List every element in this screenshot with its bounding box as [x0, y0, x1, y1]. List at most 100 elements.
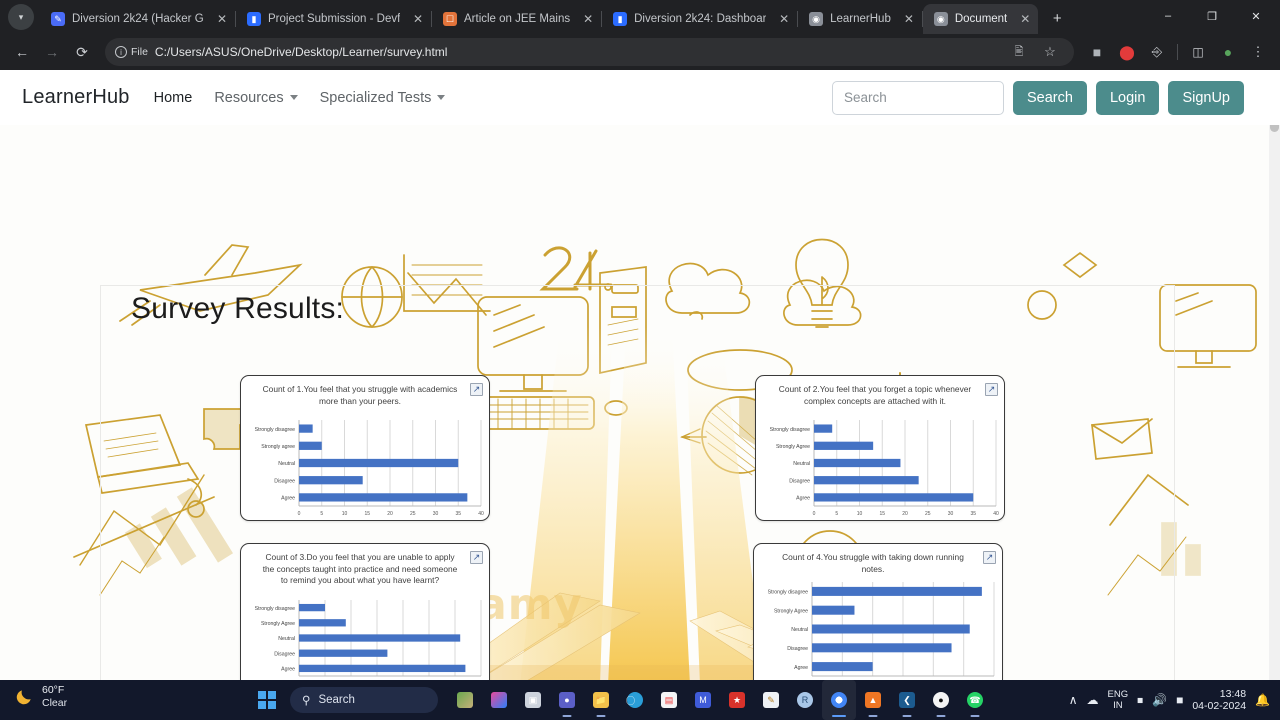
translate-icon[interactable]: 🖹: [1005, 38, 1033, 66]
close-icon[interactable]: ✕: [407, 11, 423, 27]
taskview-icon[interactable]: ▣: [516, 680, 550, 720]
file-badge-label: File: [131, 46, 148, 58]
minimize-icon[interactable]: –: [1146, 0, 1190, 32]
signup-button[interactable]: SignUp: [1168, 80, 1244, 115]
menu-icon[interactable]: ⋮: [1244, 38, 1272, 66]
antivirus-icon[interactable]: ★: [720, 680, 754, 720]
explorer-icon[interactable]: 📁: [584, 680, 618, 720]
toolbar-divider: [1177, 44, 1178, 60]
browser-tab[interactable]: ◉ LearnerHub ✕: [798, 4, 922, 34]
weather-widget[interactable]: 60°F Clear: [14, 684, 67, 710]
volume-icon[interactable]: 🔊: [1152, 693, 1167, 707]
chart-card[interactable]: Count of 2.You feel that you forget a to…: [755, 375, 1005, 521]
popout-icon[interactable]: ↗: [985, 383, 998, 396]
chart-card[interactable]: Count of 1.You feel that you struggle wi…: [240, 375, 490, 521]
puzzle-icon[interactable]: ⎆: [1143, 38, 1171, 66]
show-hidden-icons[interactable]: ∧: [1069, 693, 1078, 707]
svg-text:Strongly Agree: Strongly Agree: [776, 444, 810, 450]
copilot-icon[interactable]: [482, 680, 516, 720]
chart-card[interactable]: Count of 4.You struggle with taking down…: [753, 543, 1003, 680]
battery-icon[interactable]: ■: [1176, 693, 1183, 707]
close-icon[interactable]: ✕: [211, 11, 227, 27]
page-title: Survey Results:: [131, 292, 345, 325]
tab-title: Diversion 2k24 (Hacker Gu: [72, 13, 204, 25]
vscode-icon[interactable]: ❮: [890, 680, 924, 720]
github-icon[interactable]: ●: [924, 680, 958, 720]
address-bar[interactable]: i File C:/Users/ASUS/OneDrive/Desktop/Le…: [105, 38, 1074, 66]
tab-strip: ▾ ✎ Diversion 2k24 (Hacker Gu ✕ ▮ Projec…: [0, 0, 1280, 34]
search-button[interactable]: Search: [1013, 80, 1087, 115]
site-brand[interactable]: LearnerHub: [22, 86, 130, 109]
browser-tab[interactable]: ▮ Diversion 2k24: Dashboard ✕: [602, 4, 797, 34]
nav-links: Home Resources Specialized Tests: [154, 90, 446, 106]
maximize-icon[interactable]: ❐: [1190, 0, 1234, 32]
edge-icon[interactable]: ⃝: [618, 680, 652, 720]
teams-icon[interactable]: ●: [550, 680, 584, 720]
tab-title: Diversion 2k24: Dashboard: [634, 13, 767, 25]
windows-start-icon[interactable]: [250, 680, 284, 720]
notepad-icon[interactable]: ✎: [754, 680, 788, 720]
popout-icon[interactable]: ↗: [470, 383, 483, 396]
sidepanel-icon[interactable]: ◫: [1184, 38, 1212, 66]
whatsapp-icon[interactable]: ☎: [958, 680, 992, 720]
page-scrollbar[interactable]: [1269, 70, 1280, 680]
nav-item-resources[interactable]: Resources: [214, 89, 298, 106]
close-icon[interactable]: ✕: [577, 11, 593, 27]
tab-search-chevron-icon[interactable]: ▾: [8, 4, 34, 30]
globe-icon: ◉: [933, 12, 948, 26]
svg-text:0: 0: [298, 511, 301, 517]
new-tab-button[interactable]: +: [1044, 5, 1070, 31]
svg-text:Disagree: Disagree: [274, 478, 295, 484]
wifi-icon[interactable]: ⏹: [1137, 693, 1143, 708]
taskbar-search[interactable]: ⚲ Search: [290, 687, 438, 713]
close-icon[interactable]: ✕: [773, 11, 789, 27]
close-icon[interactable]: ✕: [1014, 11, 1030, 27]
close-window-icon[interactable]: ✕: [1234, 0, 1278, 32]
weather-temp: 60°F: [42, 684, 65, 696]
forward-icon[interactable]: →: [38, 38, 66, 66]
site-navbar: LearnerHub Home Resources Specialized Te…: [0, 70, 1280, 125]
onedrive-icon[interactable]: ☁: [1087, 693, 1099, 707]
popout-icon[interactable]: ↗: [470, 551, 483, 564]
browser-tab[interactable]: ☐ Article on JEE Mains ✕: [432, 4, 601, 34]
chart-card[interactable]: Count of 3.Do you feel that you are unab…: [240, 543, 490, 680]
nav-item-specialized-tests[interactable]: Specialized Tests: [320, 90, 446, 106]
svg-text:20: 20: [387, 511, 393, 517]
star-icon[interactable]: ☆: [1036, 38, 1064, 66]
system-tray: ∧ ☁ ENG IN ⏹ 🔊 ■ 13:48 04-02-2024 🔔: [1069, 680, 1274, 720]
chrome-icon[interactable]: [822, 680, 856, 720]
close-icon[interactable]: ✕: [898, 11, 914, 27]
svg-text:Agree: Agree: [794, 665, 808, 671]
login-button[interactable]: Login: [1095, 80, 1160, 115]
rstudio-icon[interactable]: R: [788, 680, 822, 720]
search-input[interactable]: [832, 80, 1004, 115]
weather-text: 60°F Clear: [42, 684, 67, 710]
language-indicator[interactable]: ENG IN: [1108, 689, 1129, 711]
store-icon[interactable]: ▤: [652, 680, 686, 720]
svg-text:25: 25: [925, 511, 931, 517]
popout-icon[interactable]: ↗: [983, 551, 996, 564]
nav-item-home[interactable]: Home: [154, 90, 193, 106]
chevron-down-icon: [437, 95, 446, 100]
info-icon: i: [115, 46, 127, 58]
bell-icon[interactable]: 🔔: [1255, 693, 1274, 707]
tab-title: Project Submission - Devf: [268, 13, 400, 25]
photos-icon[interactable]: [448, 680, 482, 720]
taskbar-apps: ⚲ Search ▣ ● 📁 ⃝ ▤ M ★ ✎ R ▲ ❮ ● ☎: [250, 680, 992, 720]
mysql-icon[interactable]: M: [686, 680, 720, 720]
browser-tab-active[interactable]: ◉ Document ✕: [922, 4, 1039, 34]
chevron-down-icon: [289, 95, 298, 100]
browser-tab[interactable]: ✎ Diversion 2k24 (Hacker Gu ✕: [40, 4, 235, 34]
profile-icon[interactable]: ●: [1214, 38, 1242, 66]
clock[interactable]: 13:48 04-02-2024: [1192, 688, 1246, 713]
back-icon[interactable]: ←: [8, 38, 36, 66]
svg-text:10: 10: [342, 511, 348, 517]
shield-icon[interactable]: ⬤: [1113, 38, 1141, 66]
vlc-icon[interactable]: ▲: [856, 680, 890, 720]
url-text: C:/Users/ASUS/OneDrive/Desktop/Learner/s…: [154, 45, 448, 59]
svg-text:Agree: Agree: [281, 667, 295, 673]
browser-tab[interactable]: ▮ Project Submission - Devf ✕: [236, 4, 431, 34]
extension-icon[interactable]: ■: [1083, 38, 1111, 66]
nav-item-label: Resources: [214, 89, 284, 106]
reload-icon[interactable]: ⟳: [68, 38, 96, 66]
